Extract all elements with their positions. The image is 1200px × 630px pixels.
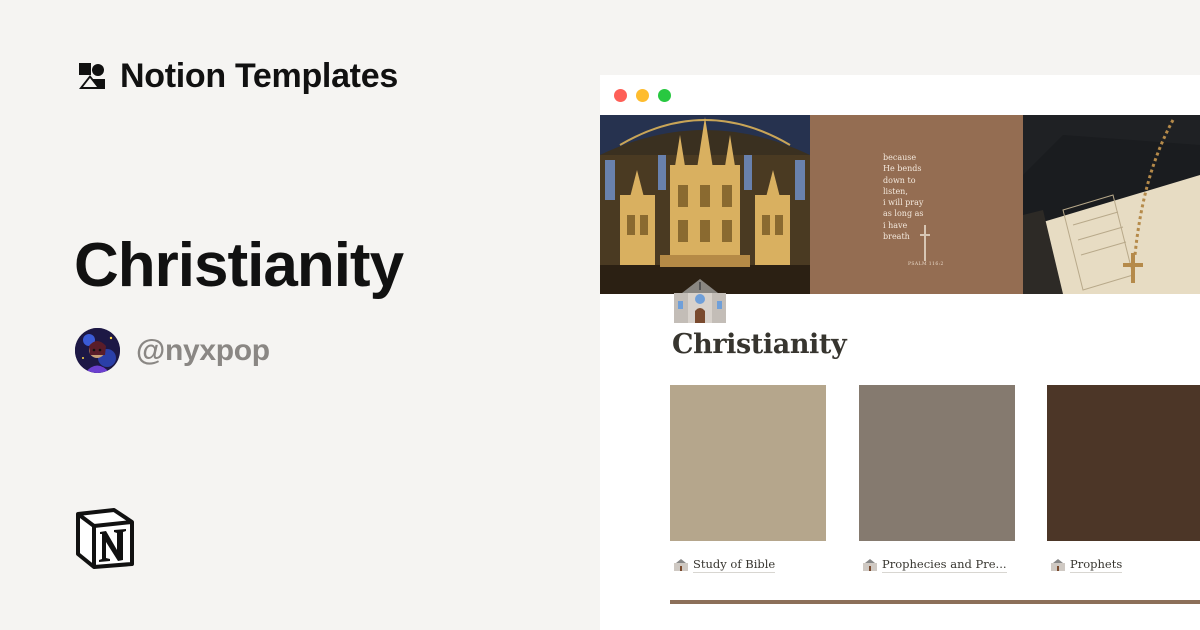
card-title: Prophets <box>1070 557 1123 573</box>
card-title: Prophecies and Pre... <box>882 557 1007 573</box>
template-title: Christianity <box>74 231 404 300</box>
cover-cathedral-image <box>600 115 810 294</box>
page-cover: because He bends down to listen, i will … <box>600 115 1200 294</box>
card-cover <box>670 385 826 541</box>
avatar-image <box>75 328 120 373</box>
window-titlebar <box>600 75 1200 115</box>
notion-page-title: Christianity <box>672 329 847 360</box>
church-icon <box>863 559 877 571</box>
gallery-card-study-of-bible[interactable]: Study of Bible <box>670 385 826 573</box>
card-label: Prophecies and Pre... <box>863 557 1007 573</box>
card-label: Study of Bible <box>674 557 776 573</box>
cover-bible-image <box>1023 115 1200 294</box>
card-cover <box>1047 385 1200 541</box>
notion-logo-icon <box>76 508 134 569</box>
author-handle: @nyxpop <box>136 333 270 367</box>
church-icon <box>674 559 688 571</box>
notion-templates-shapes-icon <box>79 63 105 89</box>
close-window-button[interactable] <box>614 89 627 102</box>
church-icon <box>1051 559 1065 571</box>
page-divider <box>670 600 1200 604</box>
author[interactable]: @nyxpop <box>75 328 270 373</box>
brand-name: Notion Templates <box>120 56 398 95</box>
gallery-card-prophets[interactable]: Prophets <box>1047 385 1200 573</box>
avatar <box>75 328 120 373</box>
gallery-card-prophecies[interactable]: Prophecies and Pre... <box>859 385 1015 573</box>
card-title: Study of Bible <box>693 557 776 573</box>
cover-verse-reference: PSALM 116:2 <box>908 262 944 267</box>
cover-verse-text: because He bends down to listen, i will … <box>883 153 924 242</box>
maximize-window-button[interactable] <box>658 89 671 102</box>
card-label: Prophets <box>1051 557 1123 573</box>
cross-icon <box>920 225 930 261</box>
card-cover <box>859 385 1015 541</box>
church-icon <box>674 279 726 323</box>
cover-verse-panel: because He bends down to listen, i will … <box>810 115 1023 294</box>
browser-window: because He bends down to listen, i will … <box>600 75 1200 630</box>
brand: Notion Templates <box>76 56 398 96</box>
minimize-window-button[interactable] <box>636 89 649 102</box>
